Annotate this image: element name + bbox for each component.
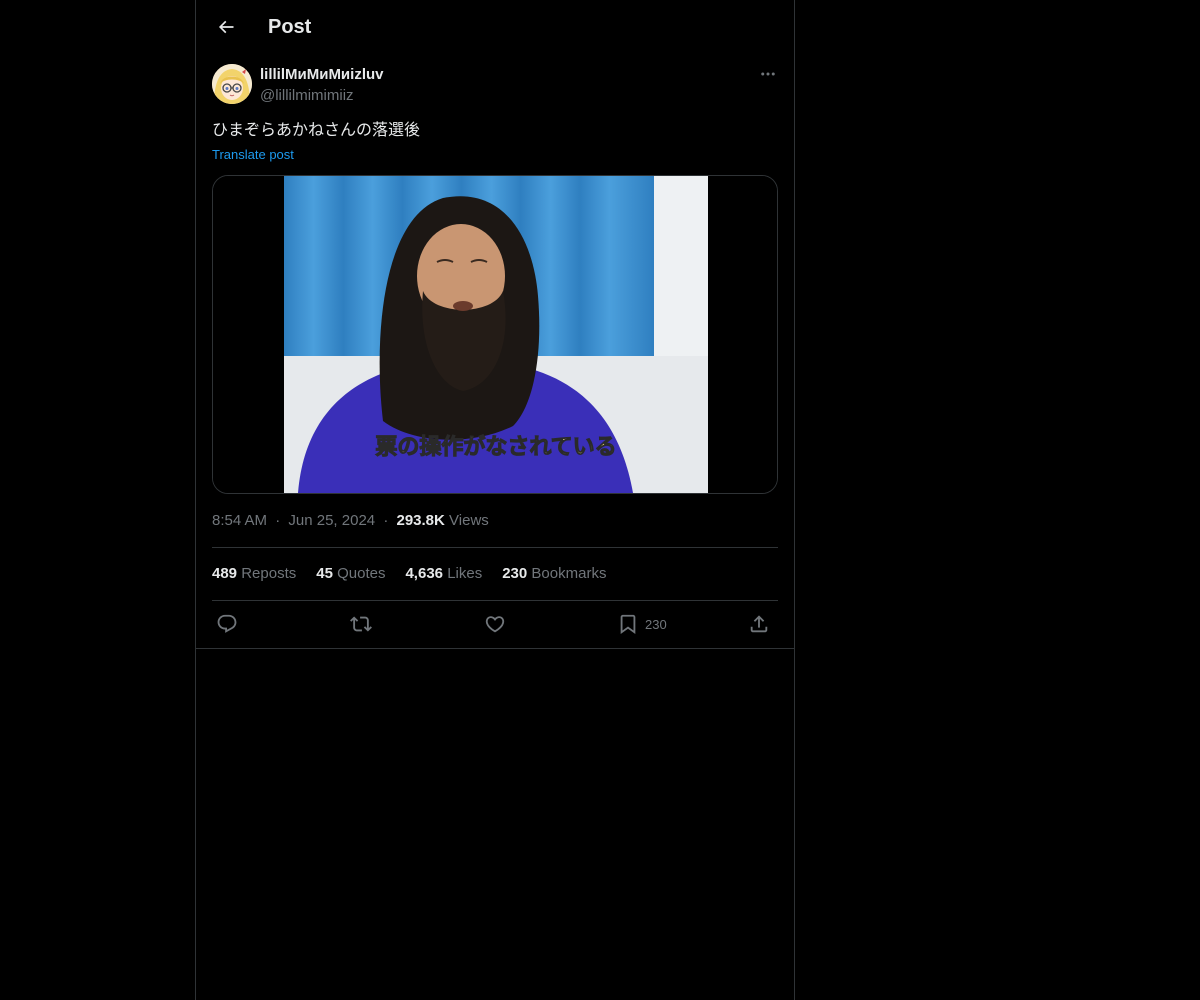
back-button[interactable] [208,9,244,45]
reposts-label: Reposts [241,565,297,582]
bookmark-button[interactable]: 230 [617,608,667,640]
arrow-left-icon [218,20,234,34]
bookmarks-count: 230 [502,565,528,582]
reply-button[interactable] [216,608,238,640]
heart-icon [485,616,505,633]
post-column: Post lillilMиMиMиizluv @lillilmimimiiz ひ… [195,0,795,1000]
divider [196,648,794,649]
avatar-anime-girl-glasses-icon [212,64,252,104]
translate-post-link[interactable]: Translate post [212,146,294,164]
more-options-button[interactable] [758,64,778,84]
post-header: Post [196,0,794,54]
post-stats: 489 Reposts 45 Quotes 4,636 Likes 230 Bo… [212,564,626,584]
quotes-label: Quotes [337,565,386,582]
video-caption: 票の操作がなされている [375,434,616,460]
post-media[interactable]: 票の操作がなされている [212,175,778,494]
display-name[interactable]: lillilMиMиMиizluv [260,65,384,85]
reposts-stat[interactable]: 489 Reposts [212,564,296,584]
repost-icon [350,616,372,632]
bookmark-icon [620,614,636,635]
post-text: ひまぞらあかねさんの落選後 [212,122,421,139]
reply-icon [217,614,237,633]
post-time[interactable]: 8:54 AM [212,512,267,529]
action-bar: 230 [212,608,778,640]
avatar[interactable] [212,64,252,104]
bookmarks-label: Bookmarks [531,565,607,582]
like-button[interactable] [484,608,506,640]
views-label: Views [449,512,489,529]
quotes-count: 45 [316,565,333,582]
divider [212,600,778,601]
reposts-count: 489 [212,565,238,582]
share-icon [750,615,768,633]
meta-separator: · [383,512,389,529]
likes-stat[interactable]: 4,636 Likes [405,564,482,584]
likes-count: 4,636 [405,565,444,582]
post-date[interactable]: Jun 25, 2024 [288,512,375,529]
share-button[interactable] [748,608,770,640]
divider [212,547,778,548]
quotes-stat[interactable]: 45 Quotes [316,564,385,584]
more-horizontal-icon [761,72,775,76]
user-handle[interactable]: @lillilmimimiiz [260,86,354,106]
author-row: lillilMиMиMиizluv @lillilmimimiiz [212,64,778,108]
post-meta: 8:54 AM · Jun 25, 2024 · 293.8K Views [212,511,489,531]
video-thumbnail: 票の操作がなされている [213,176,777,493]
page-title: Post [268,16,312,38]
meta-separator: · [275,512,281,529]
repost-button[interactable] [350,608,372,640]
bookmark-count: 230 [645,616,667,632]
bookmarks-stat[interactable]: 230 Bookmarks [502,564,606,584]
likes-label: Likes [447,565,483,582]
views-count: 293.8K [396,512,445,529]
